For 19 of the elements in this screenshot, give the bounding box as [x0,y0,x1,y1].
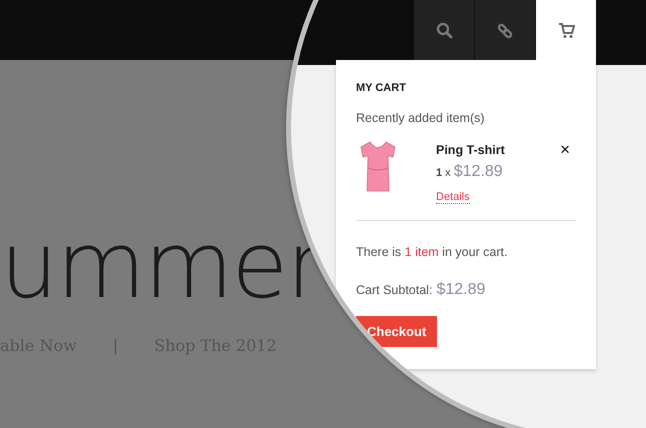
cart-title: MY CART [356,81,407,96]
recent-label: Recently added item(s) [356,110,486,127]
subtotal-value: $12.89 [436,280,486,300]
nav-button[interactable] [536,0,597,60]
cart-icon [558,22,574,38]
checkout-button[interactable]: Checkout [356,316,438,348]
subtotal-label: Cart Subtotal: [356,282,432,299]
details-link[interactable]: Details [436,191,470,204]
nav-button[interactable] [475,0,536,60]
nav-button[interactable] [414,0,475,60]
search-icon [436,22,452,38]
quantity-price: 1 x $12.89 [436,162,504,182]
chain-link-icon [496,22,514,38]
tshirt-drawing [360,141,396,194]
hero-title: ummer [0,220,322,312]
product-name: Ping T-shirt [436,142,505,160]
cart-summary: There is 1 item in your cart. [356,244,508,261]
remove-item-button[interactable]: × [560,141,570,158]
separator: | [112,335,118,357]
